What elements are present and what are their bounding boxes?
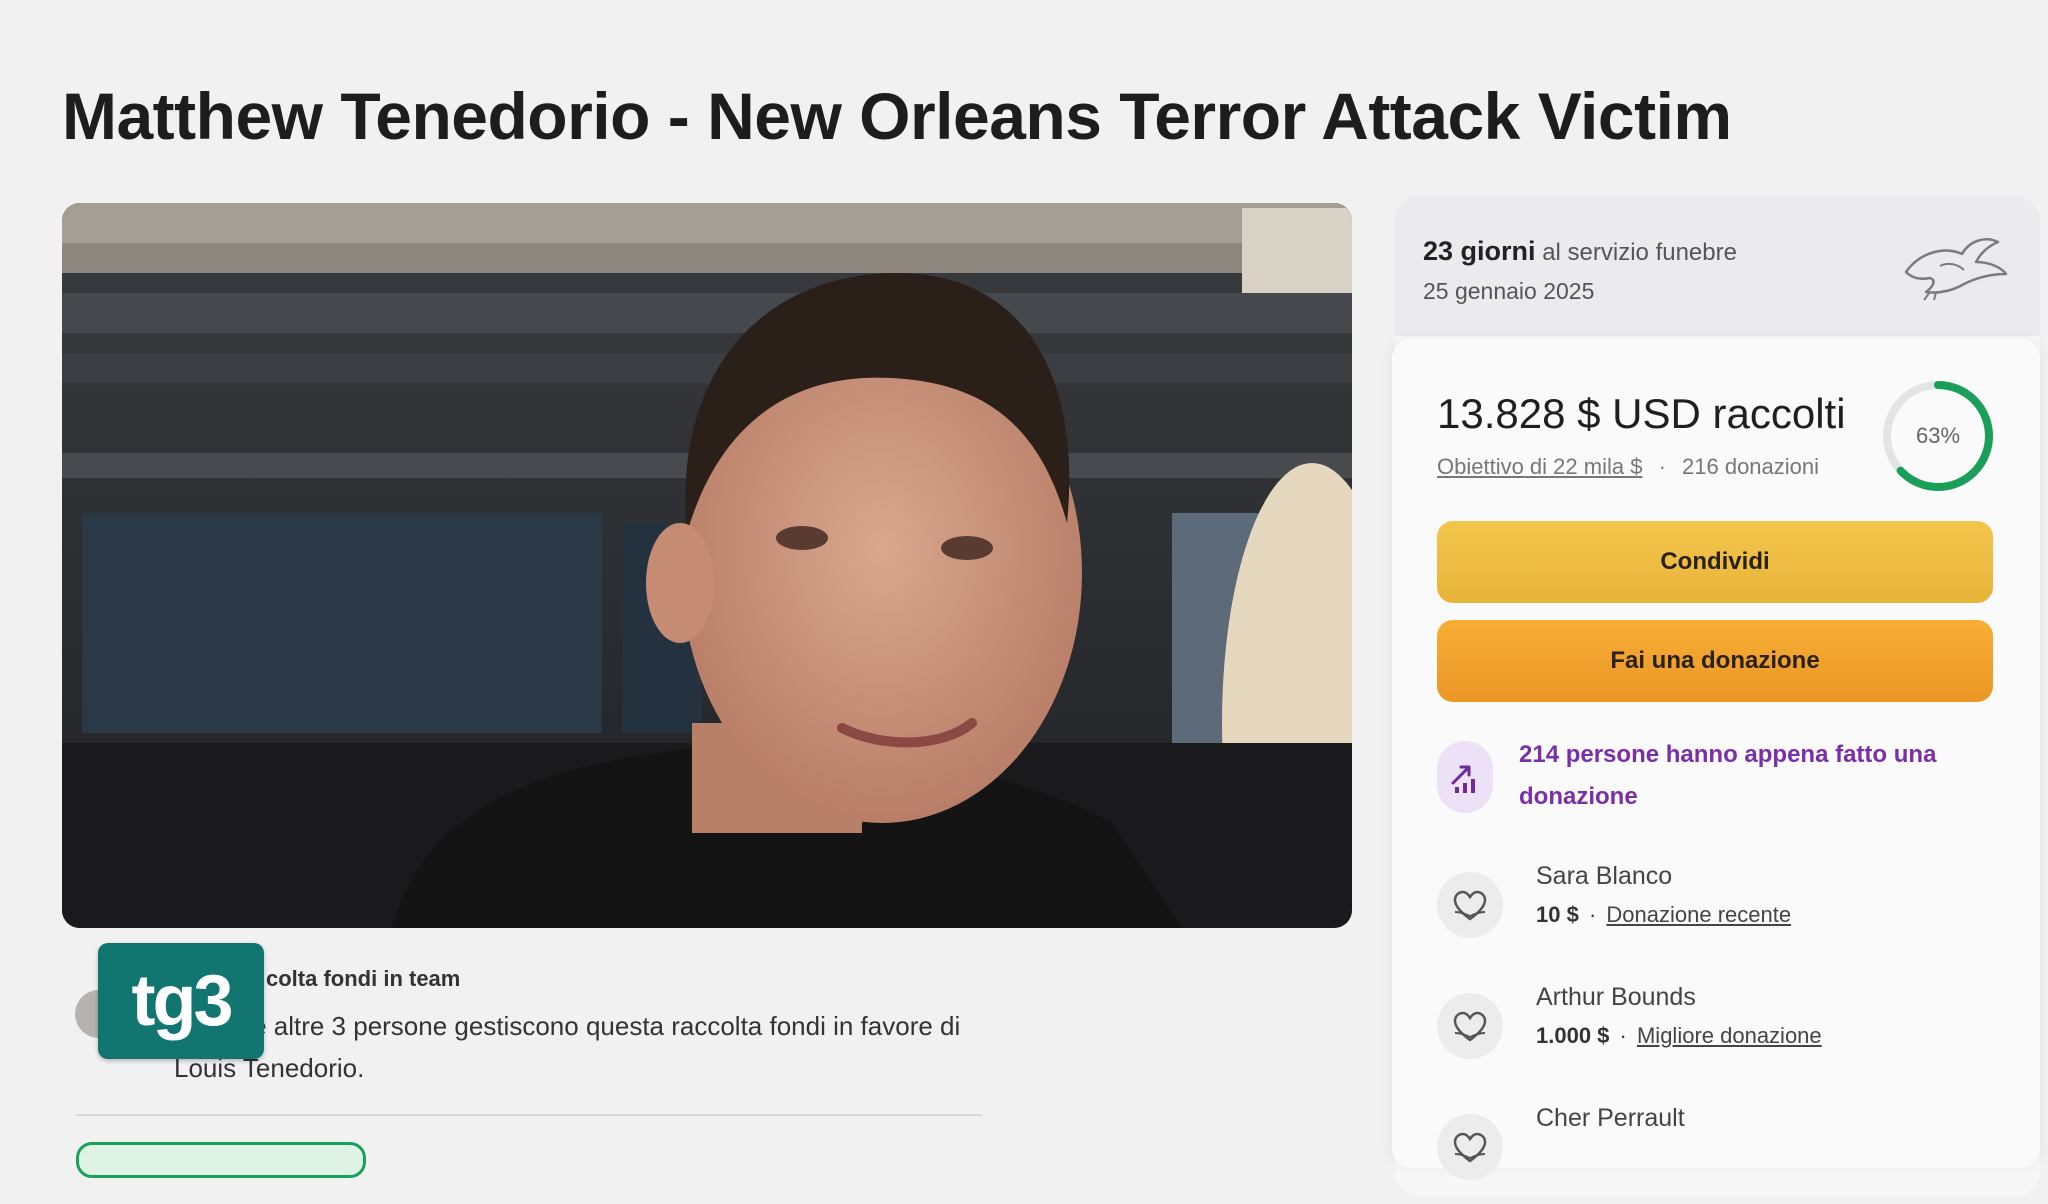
donor-heart-icon <box>1437 1114 1503 1180</box>
donor-item: Sara Blanco 10 $ · Donazione recente <box>1437 862 1997 962</box>
goal-separator: · <box>1658 454 1666 479</box>
donor-separator: · <box>1588 902 1597 927</box>
donor-item: Cher Perrault <box>1437 1104 1997 1204</box>
donor-name: Cher Perrault <box>1536 1104 1685 1132</box>
campaign-photo-illustration <box>62 203 1352 928</box>
donor-meta: 10 $ · Donazione recente <box>1536 902 1791 928</box>
share-button[interactable]: Condividi <box>1437 521 1993 603</box>
organizer-label: colta fondi in team <box>266 966 461 991</box>
organizer-description: ounds e altre 3 persone gestiscono quest… <box>174 1011 961 1083</box>
funeral-date: 25 gennaio 2025 <box>1423 278 1595 304</box>
donor-tag-link[interactable]: Donazione recente <box>1606 902 1791 927</box>
trend-message: 214 persone hanno appena fatto una donaz… <box>1519 741 1937 810</box>
funeral-banner: 23 giorni al servizio funebre 25 gennaio… <box>1395 196 2040 336</box>
funeral-countdown: 23 giorni al servizio funebre <box>1423 236 1737 267</box>
donate-button[interactable]: Fai una donazione <box>1437 620 1993 702</box>
category-badge[interactable] <box>76 1142 366 1178</box>
funeral-days-suffix: al servizio funebre <box>1542 239 1737 266</box>
funeral-days: 23 giorni <box>1423 236 1536 266</box>
donor-separator: · <box>1619 1023 1627 1048</box>
section-divider <box>76 1114 982 1116</box>
donor-name: Sara Blanco <box>1536 862 1673 890</box>
trend-badge <box>1437 741 1493 813</box>
donation-count: 216 donazioni <box>1682 454 1820 479</box>
goal-line: Obiettivo di 22 mila $ · 216 donazioni <box>1437 454 1819 480</box>
donor-heart-icon <box>1437 872 1503 938</box>
donor-amount: 10 $ <box>1536 902 1579 927</box>
donor-heart-icon <box>1437 993 1503 1059</box>
tg3-logo: tg3 <box>98 943 264 1059</box>
trending-up-icon <box>1451 765 1475 793</box>
goal-link[interactable]: Obiettivo di 22 mila $ <box>1437 454 1642 479</box>
page-title: Matthew Tenedorio - New Orleans Terror A… <box>62 79 1732 153</box>
donor-tag-link[interactable]: Migliore donazione <box>1637 1023 1822 1048</box>
donor-name: Arthur Bounds <box>1536 983 1696 1011</box>
campaign-photo[interactable] <box>62 203 1352 928</box>
dove-icon <box>1904 238 2008 301</box>
donor-amount: 1.000 $ <box>1536 1023 1610 1048</box>
donor-item: Arthur Bounds 1.000 $ · Migliore donazio… <box>1437 983 1997 1083</box>
amount-raised: 13.828 $ USD raccolti <box>1437 390 1846 437</box>
donor-meta: 1.000 $ · Migliore donazione <box>1536 1023 1822 1049</box>
progress-percentage: 63% <box>1915 423 1961 448</box>
